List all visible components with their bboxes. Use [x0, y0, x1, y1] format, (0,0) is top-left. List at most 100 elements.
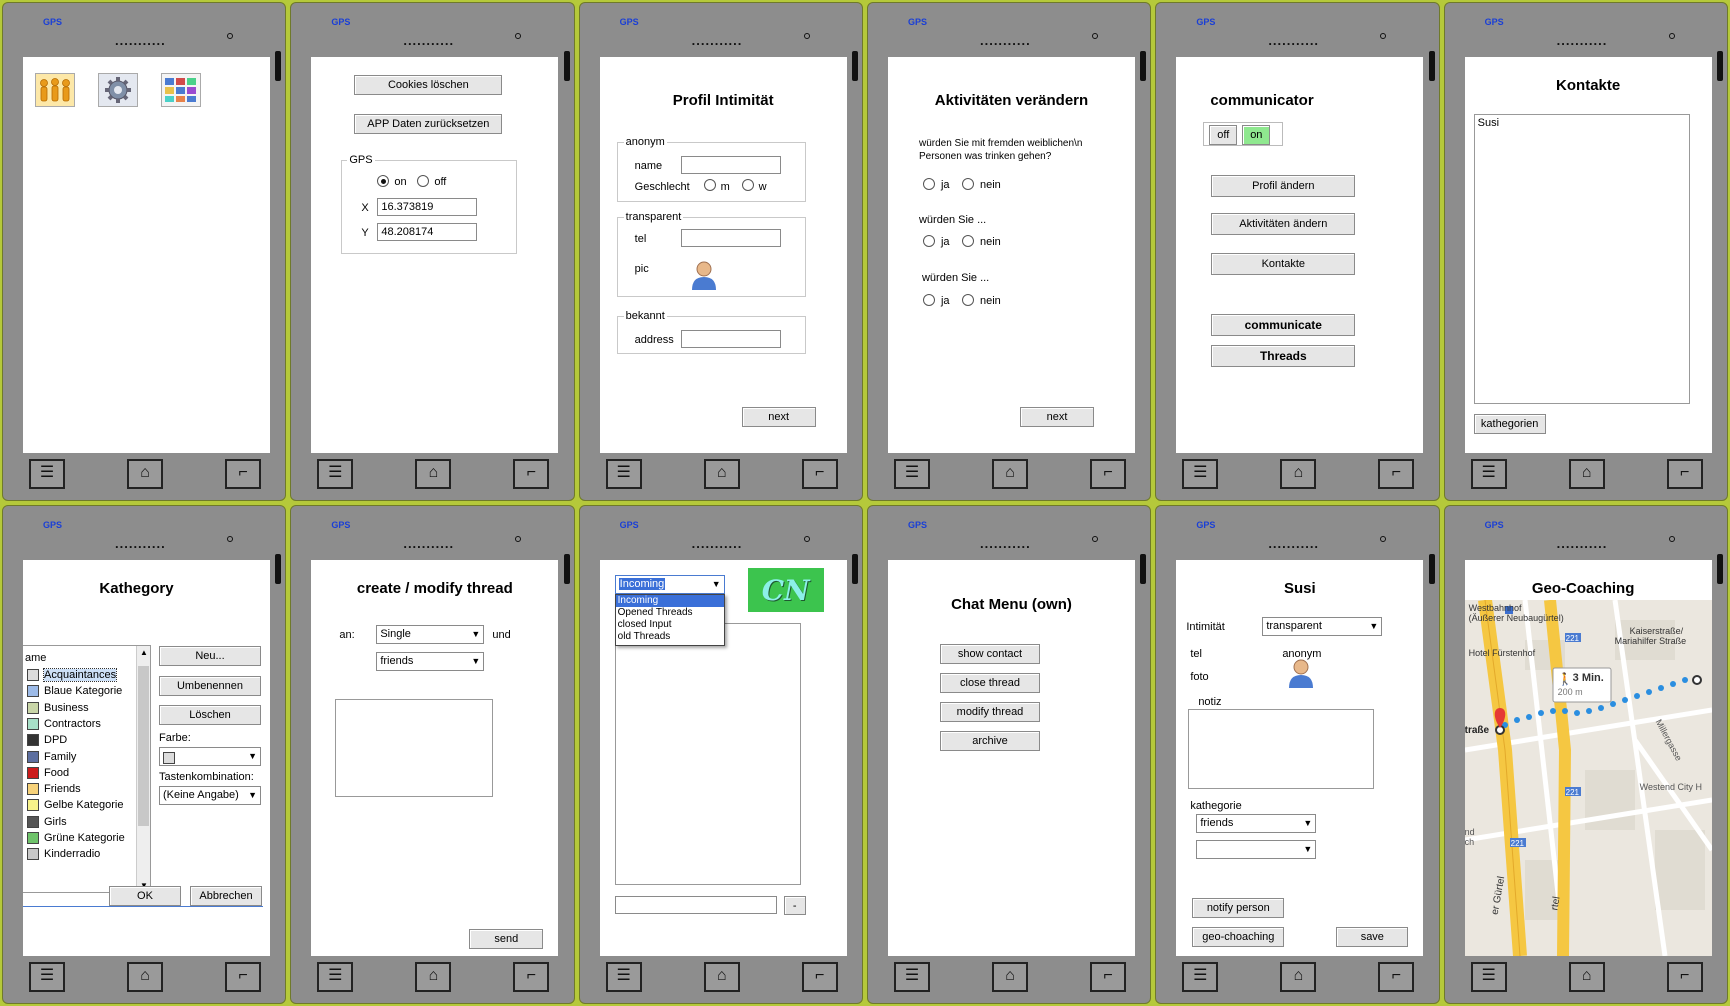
- home-icon[interactable]: ⌂: [1568, 962, 1605, 992]
- thread-filter-select[interactable]: Incoming ▼: [614, 575, 725, 594]
- dropdown-option[interactable]: Opened Threads: [616, 607, 724, 619]
- kathegorie-select[interactable]: friends ▼: [1196, 814, 1317, 833]
- q2-nein-radio[interactable]: [961, 235, 974, 247]
- category-item[interactable]: Food: [27, 766, 69, 782]
- category-item[interactable]: Acquaintances: [27, 668, 118, 684]
- side-button[interactable]: [1428, 554, 1435, 584]
- back-icon[interactable]: ⌐: [1089, 459, 1126, 489]
- q3-nein-radio[interactable]: [961, 294, 974, 306]
- menu-icon[interactable]: ☰: [1470, 962, 1507, 992]
- cookies-button[interactable]: Cookies löschen: [354, 75, 503, 95]
- show-contact-button[interactable]: show contact: [939, 644, 1040, 664]
- side-button[interactable]: [1716, 554, 1723, 584]
- menu-icon[interactable]: ☰: [29, 962, 65, 992]
- side-button[interactable]: [563, 51, 570, 81]
- back-icon[interactable]: ⌐: [225, 962, 261, 992]
- category-item[interactable]: Gelbe Kategorie: [27, 798, 124, 814]
- thread-input[interactable]: [614, 896, 777, 914]
- menu-icon[interactable]: ☰: [29, 459, 65, 489]
- back-icon[interactable]: ⌐: [513, 459, 550, 489]
- communicate-button[interactable]: communicate: [1211, 314, 1356, 336]
- kathegorien-button[interactable]: kathegorien: [1473, 414, 1546, 434]
- app-reset-button[interactable]: APP Daten zurücksetzen: [354, 114, 503, 134]
- menu-icon[interactable]: ☰: [605, 962, 642, 992]
- home-icon[interactable]: ⌂: [127, 962, 163, 992]
- q3-ja-radio[interactable]: [922, 294, 935, 306]
- tasten-select[interactable]: (Keine Angabe) ▼: [159, 786, 261, 805]
- q1-nein-radio[interactable]: [961, 178, 974, 190]
- address-input[interactable]: [680, 330, 781, 348]
- single-select[interactable]: Single ▼: [376, 625, 485, 644]
- category-item[interactable]: Friends: [27, 782, 81, 798]
- profil-button[interactable]: Profil ändern: [1211, 175, 1356, 197]
- back-icon[interactable]: ⌐: [1378, 459, 1415, 489]
- m-radio[interactable]: [703, 179, 716, 191]
- thread-list[interactable]: [614, 623, 801, 885]
- menu-icon[interactable]: ☰: [893, 459, 930, 489]
- home-icon[interactable]: ⌂: [703, 962, 740, 992]
- aktivitaeten-button[interactable]: Aktivitäten ändern: [1211, 213, 1356, 235]
- x-input[interactable]: 16.373819: [377, 198, 478, 216]
- farbe-select[interactable]: ▼: [159, 747, 261, 766]
- kontakte-button[interactable]: Kontakte: [1211, 253, 1356, 275]
- w-radio[interactable]: [741, 179, 754, 191]
- back-icon[interactable]: ⌐: [1666, 962, 1703, 992]
- notify-button[interactable]: notify person: [1192, 898, 1285, 918]
- gear-icon[interactable]: [98, 73, 138, 107]
- menu-icon[interactable]: ☰: [1470, 459, 1507, 489]
- menu-icon[interactable]: ☰: [1182, 459, 1219, 489]
- back-icon[interactable]: ⌐: [801, 459, 838, 489]
- category-item[interactable]: Contractors: [27, 717, 101, 733]
- notiz-textarea[interactable]: [1188, 709, 1375, 789]
- geo-coaching-button[interactable]: geo-choaching: [1192, 927, 1285, 947]
- message-textarea[interactable]: [335, 699, 494, 797]
- q2-ja-radio[interactable]: [922, 235, 935, 247]
- back-icon[interactable]: ⌐: [513, 962, 550, 992]
- back-icon[interactable]: ⌐: [801, 962, 838, 992]
- category-list[interactable]: ame ▲ ▼ Acquaintances Blaue Kategorie Busi…: [23, 645, 151, 893]
- send-button[interactable]: send: [469, 929, 544, 949]
- home-icon[interactable]: ⌂: [415, 962, 452, 992]
- list-scrollbar[interactable]: ▲ ▼: [136, 646, 150, 892]
- menu-icon[interactable]: ☰: [317, 459, 354, 489]
- category-item[interactable]: DPD: [27, 733, 67, 749]
- friends-select[interactable]: friends ▼: [376, 652, 485, 671]
- home-icon[interactable]: ⌂: [1568, 459, 1605, 489]
- menu-icon[interactable]: ☰: [893, 962, 930, 992]
- menu-icon[interactable]: ☰: [317, 962, 354, 992]
- home-icon[interactable]: ⌂: [991, 962, 1028, 992]
- back-icon[interactable]: ⌐: [1089, 962, 1126, 992]
- contact-item[interactable]: Susi: [1478, 117, 1499, 129]
- back-icon[interactable]: ⌐: [1666, 459, 1703, 489]
- home-icon[interactable]: ⌂: [991, 459, 1028, 489]
- dropdown-option[interactable]: old Threads: [616, 631, 724, 643]
- q1-ja-radio[interactable]: [922, 178, 935, 190]
- side-button[interactable]: [1716, 51, 1723, 81]
- grid-icon[interactable]: [161, 73, 201, 107]
- contact-list[interactable]: Susi: [1473, 114, 1690, 404]
- save-button[interactable]: save: [1336, 927, 1409, 947]
- dropdown-option[interactable]: closed Input: [616, 619, 724, 631]
- ok-button[interactable]: OK: [109, 886, 181, 906]
- home-icon[interactable]: ⌂: [127, 459, 163, 489]
- next-button[interactable]: next: [741, 407, 816, 427]
- side-button[interactable]: [275, 51, 282, 81]
- side-button[interactable]: [1140, 51, 1147, 81]
- tel-input[interactable]: [680, 229, 781, 247]
- back-icon[interactable]: ⌐: [1378, 962, 1415, 992]
- umbenennen-button[interactable]: Umbenennen: [159, 676, 261, 696]
- category-item[interactable]: Family: [27, 750, 76, 766]
- on-button[interactable]: on: [1242, 125, 1271, 145]
- next-button[interactable]: next: [1019, 407, 1094, 427]
- people-icon[interactable]: [35, 73, 75, 107]
- side-button[interactable]: [563, 554, 570, 584]
- back-icon[interactable]: ⌐: [225, 459, 261, 489]
- y-input[interactable]: 48.208174: [377, 223, 478, 241]
- dropdown-option[interactable]: Incoming: [615, 595, 724, 607]
- category-item[interactable]: Blaue Kategorie: [27, 684, 122, 700]
- kathegorie-select-2[interactable]: ▼: [1196, 840, 1317, 859]
- neu-button[interactable]: Neu...: [159, 646, 261, 666]
- home-icon[interactable]: ⌂: [1280, 459, 1317, 489]
- intimitaet-select[interactable]: transparent ▼: [1262, 617, 1383, 636]
- threads-button[interactable]: Threads: [1211, 345, 1356, 367]
